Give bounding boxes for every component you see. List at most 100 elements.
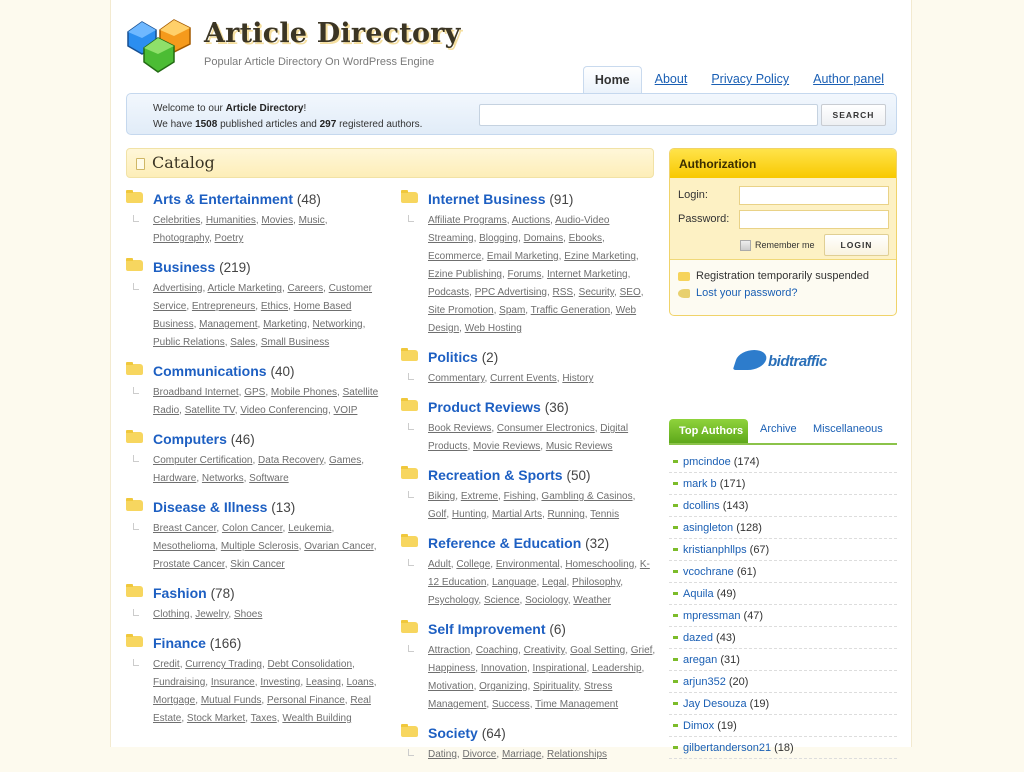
subcategory-link[interactable]: Leukemia xyxy=(288,523,331,534)
author-link[interactable]: Dimox xyxy=(683,720,714,732)
nav-tab-home[interactable]: Home xyxy=(582,66,642,94)
subcategory-link[interactable]: Email Marketing xyxy=(487,251,559,262)
subcategory-link[interactable]: Management xyxy=(199,319,257,330)
subcategory-link[interactable]: Leasing xyxy=(306,677,341,688)
tab-archive[interactable]: Archive xyxy=(760,423,797,435)
subcategory-link[interactable]: Entrepreneurs xyxy=(192,301,255,312)
subcategory-link[interactable]: Attraction xyxy=(428,645,470,656)
remember-me-label[interactable]: Remember me xyxy=(755,240,815,250)
bidtraffic-banner[interactable]: bidtraffic xyxy=(732,348,836,376)
subcategory-link[interactable]: Ecommerce xyxy=(428,251,481,262)
subcategory-link[interactable]: SEO xyxy=(620,287,641,298)
category-link[interactable]: Fashion xyxy=(153,585,207,601)
subcategory-link[interactable]: Movies xyxy=(261,215,293,226)
nav-tab-privacy-policy[interactable]: Privacy Policy xyxy=(700,66,800,94)
subcategory-link[interactable]: Success xyxy=(492,699,530,710)
subcategory-link[interactable]: Multiple Sclerosis xyxy=(221,541,299,552)
author-link[interactable]: mark b xyxy=(683,478,717,490)
subcategory-link[interactable]: Adult xyxy=(428,559,451,570)
subcategory-link[interactable]: Book Reviews xyxy=(428,423,491,434)
subcategory-link[interactable]: Mobile Phones xyxy=(271,387,337,398)
subcategory-link[interactable]: Mortgage xyxy=(153,695,195,706)
subcategory-link[interactable]: Music xyxy=(299,215,325,226)
category-link[interactable]: Product Reviews xyxy=(428,399,541,415)
subcategory-link[interactable]: Leadership xyxy=(592,663,641,674)
subcategory-link[interactable]: Podcasts xyxy=(428,287,469,298)
subcategory-link[interactable]: Data Recovery xyxy=(258,455,323,466)
subcategory-link[interactable]: Ezine Marketing xyxy=(564,251,636,262)
subcategory-link[interactable]: Hardware xyxy=(153,473,196,484)
subcategory-link[interactable]: Software xyxy=(249,473,288,484)
subcategory-link[interactable]: Breast Cancer xyxy=(153,523,216,534)
subcategory-link[interactable]: Time Management xyxy=(535,699,618,710)
remember-me-checkbox[interactable] xyxy=(740,240,751,251)
subcategory-link[interactable]: Article Marketing xyxy=(207,283,281,294)
subcategory-link[interactable]: College xyxy=(456,559,490,570)
subcategory-link[interactable]: Goal Setting xyxy=(570,645,625,656)
subcategory-link[interactable]: Language xyxy=(492,577,537,588)
subcategory-link[interactable]: Relationships xyxy=(547,749,607,760)
subcategory-link[interactable]: Science xyxy=(484,595,520,606)
subcategory-link[interactable]: Spam xyxy=(499,305,525,316)
nav-link-author-panel[interactable]: Author panel xyxy=(813,72,884,86)
subcategory-link[interactable]: Gambling & Casinos xyxy=(541,491,632,502)
subcategory-link[interactable]: Satellite TV xyxy=(185,405,235,416)
subcategory-link[interactable]: PPC Advertising xyxy=(475,287,547,298)
subcategory-link[interactable]: Personal Finance xyxy=(267,695,345,706)
author-link[interactable]: pmcindoe xyxy=(683,456,731,468)
subcategory-link[interactable]: RSS xyxy=(553,287,574,298)
subcategory-link[interactable]: Domains xyxy=(524,233,563,244)
subcategory-link[interactable]: Public Relations xyxy=(153,337,225,348)
author-link[interactable]: gilbertanderson21 xyxy=(683,742,771,754)
category-link[interactable]: Finance xyxy=(153,635,206,651)
subcategory-link[interactable]: Divorce xyxy=(462,749,496,760)
subcategory-link[interactable]: Grief xyxy=(631,645,653,656)
subcategory-link[interactable]: Video Conferencing xyxy=(240,405,328,416)
subcategory-link[interactable]: Mesothelioma xyxy=(153,541,215,552)
subcategory-link[interactable]: Clothing xyxy=(153,609,190,620)
subcategory-link[interactable]: Marketing xyxy=(263,319,307,330)
subcategory-link[interactable]: Ezine Publishing xyxy=(428,269,502,280)
subcategory-link[interactable]: Taxes xyxy=(251,713,277,724)
subcategory-link[interactable]: Traffic Generation xyxy=(531,305,610,316)
subcategory-link[interactable]: Dating xyxy=(428,749,457,760)
subcategory-link[interactable]: Coaching xyxy=(476,645,518,656)
subcategory-link[interactable]: Games xyxy=(329,455,361,466)
subcategory-link[interactable]: Biking xyxy=(428,491,455,502)
author-link[interactable]: dcollins xyxy=(683,500,720,512)
subcategory-link[interactable]: Innovation xyxy=(481,663,527,674)
nav-tab-author-panel[interactable]: Author panel xyxy=(802,66,895,94)
category-link[interactable]: Computers xyxy=(153,431,227,447)
subcategory-link[interactable]: Martial Arts xyxy=(492,509,542,520)
category-link[interactable]: Reference & Education xyxy=(428,535,581,551)
subcategory-link[interactable]: Auctions xyxy=(512,215,550,226)
login-button[interactable]: LOGIN xyxy=(824,234,889,256)
subcategory-link[interactable]: Blogging xyxy=(479,233,518,244)
author-link[interactable]: kristianphllps xyxy=(683,544,747,556)
subcategory-link[interactable]: Creativity xyxy=(524,645,565,656)
subcategory-link[interactable]: Spirituality xyxy=(533,681,578,692)
category-link[interactable]: Recreation & Sports xyxy=(428,467,563,483)
subcategory-link[interactable]: Motivation xyxy=(428,681,474,692)
subcategory-link[interactable]: Site Promotion xyxy=(428,305,494,316)
subcategory-link[interactable]: Legal xyxy=(542,577,566,588)
subcategory-link[interactable]: Internet Marketing xyxy=(547,269,628,280)
lost-password-link[interactable]: Lost your password? xyxy=(696,287,798,299)
category-link[interactable]: Business xyxy=(153,259,215,275)
subcategory-link[interactable]: Wealth Building xyxy=(282,713,351,724)
subcategory-link[interactable]: Mutual Funds xyxy=(201,695,262,706)
subcategory-link[interactable]: Marriage xyxy=(502,749,541,760)
author-link[interactable]: aregan xyxy=(683,654,717,666)
category-link[interactable]: Self Improvement xyxy=(428,621,545,637)
author-link[interactable]: Aquila xyxy=(683,588,714,600)
subcategory-link[interactable]: Security xyxy=(579,287,614,298)
subcategory-link[interactable]: Careers xyxy=(288,283,324,294)
subcategory-link[interactable]: VOIP xyxy=(334,405,358,416)
nav-link-privacy-policy[interactable]: Privacy Policy xyxy=(711,72,789,86)
subcategory-link[interactable]: Extreme xyxy=(461,491,498,502)
subcategory-link[interactable]: Credit xyxy=(153,659,180,670)
password-field[interactable] xyxy=(739,210,889,229)
subcategory-link[interactable]: Networking xyxy=(313,319,363,330)
subcategory-link[interactable]: Investing xyxy=(260,677,300,688)
subcategory-link[interactable]: Weather xyxy=(573,595,611,606)
